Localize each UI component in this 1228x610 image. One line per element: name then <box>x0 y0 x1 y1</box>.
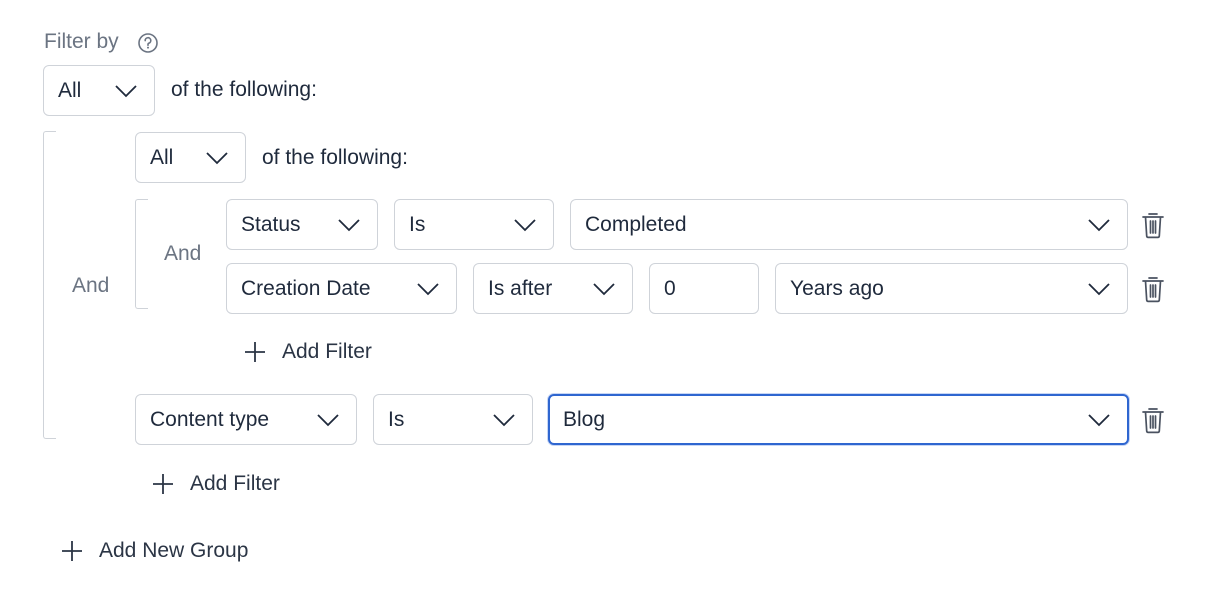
chevron-down-icon <box>417 282 439 295</box>
subgroup-add-filter-label: Add Filter <box>282 340 372 363</box>
root-connector-label: And <box>72 274 110 297</box>
creation-date-field-select[interactable]: Creation Date <box>226 263 457 314</box>
status-operator-select[interactable]: Is <box>394 199 554 250</box>
add-new-group-button[interactable]: Add New Group <box>61 539 248 563</box>
chevron-down-icon <box>593 282 615 295</box>
content-type-value-select[interactable]: Blog <box>548 394 1129 445</box>
group-add-filter-label: Add Filter <box>190 472 280 495</box>
chevron-down-icon <box>514 218 536 231</box>
group-add-filter-button[interactable]: Add Filter <box>152 472 280 496</box>
filter-by-title: Filter by <box>44 30 119 53</box>
creation-date-amount-value: 0 <box>664 276 676 300</box>
creation-date-operator-value: Is after <box>488 276 553 300</box>
status-field-select[interactable]: Status <box>226 199 378 250</box>
chevron-down-icon <box>1088 413 1110 426</box>
chevron-down-icon <box>338 218 360 231</box>
content-type-value-value: Blog <box>563 407 606 431</box>
delete-trash-icon[interactable] <box>1141 275 1165 303</box>
add-new-group-label: Add New Group <box>99 539 249 562</box>
chevron-down-icon <box>317 413 339 426</box>
creation-date-unit-value: Years ago <box>790 276 884 300</box>
content-type-field-value: Content type <box>150 407 270 431</box>
root-group-bracket <box>43 131 56 439</box>
chevron-down-icon <box>1088 282 1110 295</box>
creation-date-amount-input[interactable]: 0 <box>649 263 759 314</box>
group-match-suffix: of the following: <box>262 146 408 169</box>
root-match-suffix: of the following: <box>171 78 317 101</box>
group-match-select[interactable]: All <box>135 132 246 183</box>
status-value-select[interactable]: Completed <box>570 199 1128 250</box>
creation-date-unit-select[interactable]: Years ago <box>775 263 1128 314</box>
chevron-down-icon <box>493 413 515 426</box>
subgroup-bracket <box>135 199 148 309</box>
content-type-operator-select[interactable]: Is <box>373 394 533 445</box>
plus-icon <box>245 342 265 362</box>
chevron-down-icon <box>206 151 228 164</box>
plus-icon <box>62 541 82 561</box>
status-operator-value: Is <box>409 212 426 236</box>
status-value-value: Completed <box>585 212 687 236</box>
creation-date-operator-select[interactable]: Is after <box>473 263 633 314</box>
root-match-select[interactable]: All <box>43 65 155 116</box>
status-field-value: Status <box>241 212 301 236</box>
plus-icon <box>153 474 173 494</box>
creation-date-field-value: Creation Date <box>241 276 371 300</box>
help-circle-icon[interactable] <box>137 32 159 54</box>
subgroup-add-filter-button[interactable]: Add Filter <box>244 340 372 364</box>
content-type-operator-value: Is <box>388 407 405 431</box>
subgroup-connector-label: And <box>164 242 202 265</box>
delete-trash-icon[interactable] <box>1141 406 1165 434</box>
root-match-value: All <box>58 78 82 102</box>
group-match-value: All <box>150 145 174 169</box>
chevron-down-icon <box>115 84 137 97</box>
delete-trash-icon[interactable] <box>1141 211 1165 239</box>
chevron-down-icon <box>1088 218 1110 231</box>
content-type-field-select[interactable]: Content type <box>135 394 357 445</box>
